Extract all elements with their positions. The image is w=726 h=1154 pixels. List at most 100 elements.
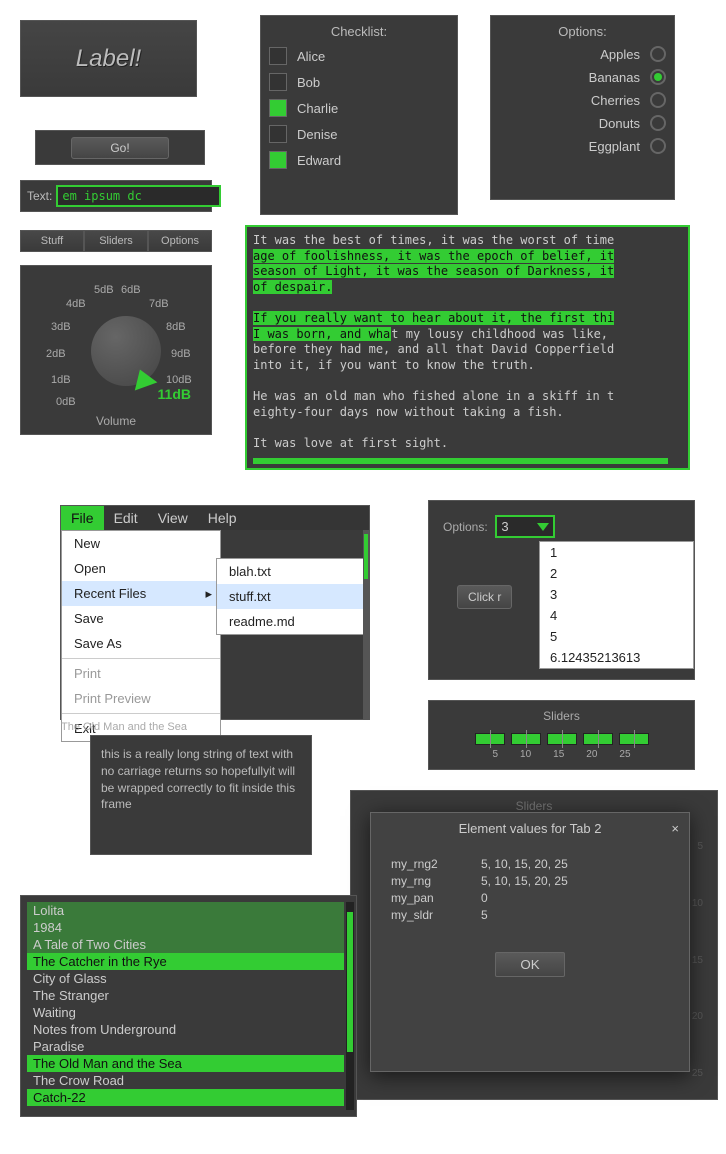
menu-separator	[62, 713, 220, 714]
check-alice[interactable]: Alice	[269, 47, 449, 65]
radio-icon	[650, 138, 666, 154]
peek-text: The Old Man and the Sea	[61, 721, 187, 733]
menu-view[interactable]: View	[148, 506, 198, 530]
list-item[interactable]: Notes from Underground	[27, 1021, 344, 1038]
checkbox-icon	[269, 47, 287, 65]
radio-icon	[650, 92, 666, 108]
volume-title: Volume	[21, 414, 211, 428]
list-item[interactable]: The Crow Road	[27, 1072, 344, 1089]
check-bob[interactable]: Bob	[269, 73, 449, 91]
checkbox-icon	[269, 73, 287, 91]
textarea-hscroll[interactable]	[253, 458, 668, 464]
dd-preview: Print Preview	[62, 686, 220, 711]
listbox-panel: Lolita 1984 A Tale of Two Cities The Cat…	[20, 895, 357, 1117]
radio-cherries[interactable]: Cherries	[499, 92, 666, 108]
radio-icon	[650, 46, 666, 62]
opt-1[interactable]: 1	[540, 542, 693, 563]
opt-6[interactable]: 6.12435213613	[540, 647, 693, 668]
sliders-panel: Sliders 5 10 15 20 25	[428, 700, 695, 770]
menu-file[interactable]: File	[61, 506, 104, 530]
file-dropdown: New Open Recent Files▸ Save Save As Prin…	[61, 530, 221, 742]
dialog: Element values for Tab 2 × my_rng25, 10,…	[370, 812, 690, 1072]
dd-save[interactable]: Save	[62, 606, 220, 631]
options2-list: 1 2 3 4 5 6.12435213613	[539, 541, 694, 669]
range-slider[interactable]	[437, 733, 686, 745]
scrollbar[interactable]	[346, 902, 354, 1110]
list-item[interactable]: Waiting	[27, 1004, 344, 1021]
menu-separator	[62, 658, 220, 659]
opt-4[interactable]: 4	[540, 605, 693, 626]
text-input[interactable]	[56, 185, 221, 207]
vslider-axis: 5 10 15 20 25	[692, 841, 703, 1079]
text-label: Text:	[27, 189, 52, 203]
chevron-down-icon	[537, 523, 549, 531]
close-icon[interactable]: ×	[671, 821, 679, 836]
wrap-text: this is a really long string of text wit…	[101, 747, 295, 811]
options2-panel: Options: 3 1 2 3 4 5 6.12435213613 Click…	[428, 500, 695, 680]
click-button[interactable]: Click r	[457, 585, 512, 609]
chevron-right-icon: ▸	[205, 586, 212, 602]
menu-help[interactable]: Help	[198, 506, 247, 530]
list-item[interactable]: The Old Man and the Sea	[27, 1055, 344, 1072]
radio-icon	[650, 69, 666, 85]
label-text: Label!	[76, 45, 141, 73]
tabs: Stuff Sliders Options	[20, 230, 212, 252]
wrap-panel: this is a really long string of text wit…	[90, 735, 312, 855]
checklist-panel: Checklist: Alice Bob Charlie Denise Edwa…	[260, 15, 458, 215]
menu-panel: File Edit View Help New Open Recent File…	[60, 505, 370, 720]
dd-print: Print	[62, 661, 220, 686]
dd-new[interactable]: New	[62, 531, 220, 556]
volume-knob-panel: 0dB 1dB 2dB 3dB 4dB 5dB 6dB 7dB 8dB 9dB …	[20, 265, 212, 435]
list-item[interactable]: City of Glass	[27, 970, 344, 987]
tab-stuff[interactable]: Stuff	[20, 230, 84, 252]
label-panel: Label!	[20, 20, 197, 97]
text-panel: Text:	[20, 180, 212, 212]
list-item[interactable]: Paradise	[27, 1038, 344, 1055]
opt-2[interactable]: 2	[540, 563, 693, 584]
opt-5[interactable]: 5	[540, 626, 693, 647]
tab-sliders[interactable]: Sliders	[84, 230, 148, 252]
textarea[interactable]: It was the best of times, it was the wor…	[245, 225, 690, 470]
radio-apples[interactable]: Apples	[499, 46, 666, 62]
options-panel: Options: Apples Bananas Cherries Donuts …	[490, 15, 675, 200]
tab-options[interactable]: Options	[148, 230, 212, 252]
list-item[interactable]: A Tale of Two Cities	[27, 936, 344, 953]
ok-button[interactable]: OK	[495, 952, 564, 977]
menu-edit[interactable]: Edit	[104, 506, 148, 530]
checkbox-icon	[269, 151, 287, 169]
dd-recent[interactable]: Recent Files▸	[62, 581, 220, 606]
list-item[interactable]: 1984	[27, 919, 344, 936]
list-item[interactable]: The Stranger	[27, 987, 344, 1004]
check-denise[interactable]: Denise	[269, 125, 449, 143]
sliders-title: Sliders	[437, 709, 686, 723]
check-charlie[interactable]: Charlie	[269, 99, 449, 117]
radio-icon	[650, 115, 666, 131]
scroll-thumb[interactable]	[347, 912, 353, 1052]
opt-3[interactable]: 3	[540, 584, 693, 605]
scrollbar[interactable]	[363, 530, 369, 719]
recent-blah[interactable]: blah.txt	[217, 559, 365, 584]
dd-saveas[interactable]: Save As	[62, 631, 220, 656]
checklist-title: Checklist:	[269, 24, 449, 39]
check-edward[interactable]: Edward	[269, 151, 449, 169]
options2-select[interactable]: 3	[495, 515, 555, 538]
radio-eggplant[interactable]: Eggplant	[499, 138, 666, 154]
recent-readme[interactable]: readme.md	[217, 609, 365, 634]
listbox[interactable]: Lolita 1984 A Tale of Two Cities The Cat…	[27, 902, 356, 1110]
go-button[interactable]: Go!	[71, 137, 168, 159]
list-item[interactable]: The Catcher in the Rye	[27, 953, 344, 970]
recent-submenu: blah.txt stuff.txt readme.md	[216, 558, 366, 635]
options2-label: Options:	[443, 520, 488, 534]
volume-value: 11dB	[158, 386, 191, 402]
radio-bananas[interactable]: Bananas	[499, 69, 666, 85]
checkbox-icon	[269, 125, 287, 143]
list-item[interactable]: Catch-22	[27, 1089, 344, 1106]
dialog-title: Element values for Tab 2 ×	[371, 813, 689, 844]
list-item[interactable]: Lolita	[27, 902, 344, 919]
options-title: Options:	[499, 24, 666, 39]
menubar: File Edit View Help	[61, 506, 369, 530]
radio-donuts[interactable]: Donuts	[499, 115, 666, 131]
checkbox-icon	[269, 99, 287, 117]
recent-stuff[interactable]: stuff.txt	[217, 584, 365, 609]
dd-open[interactable]: Open	[62, 556, 220, 581]
